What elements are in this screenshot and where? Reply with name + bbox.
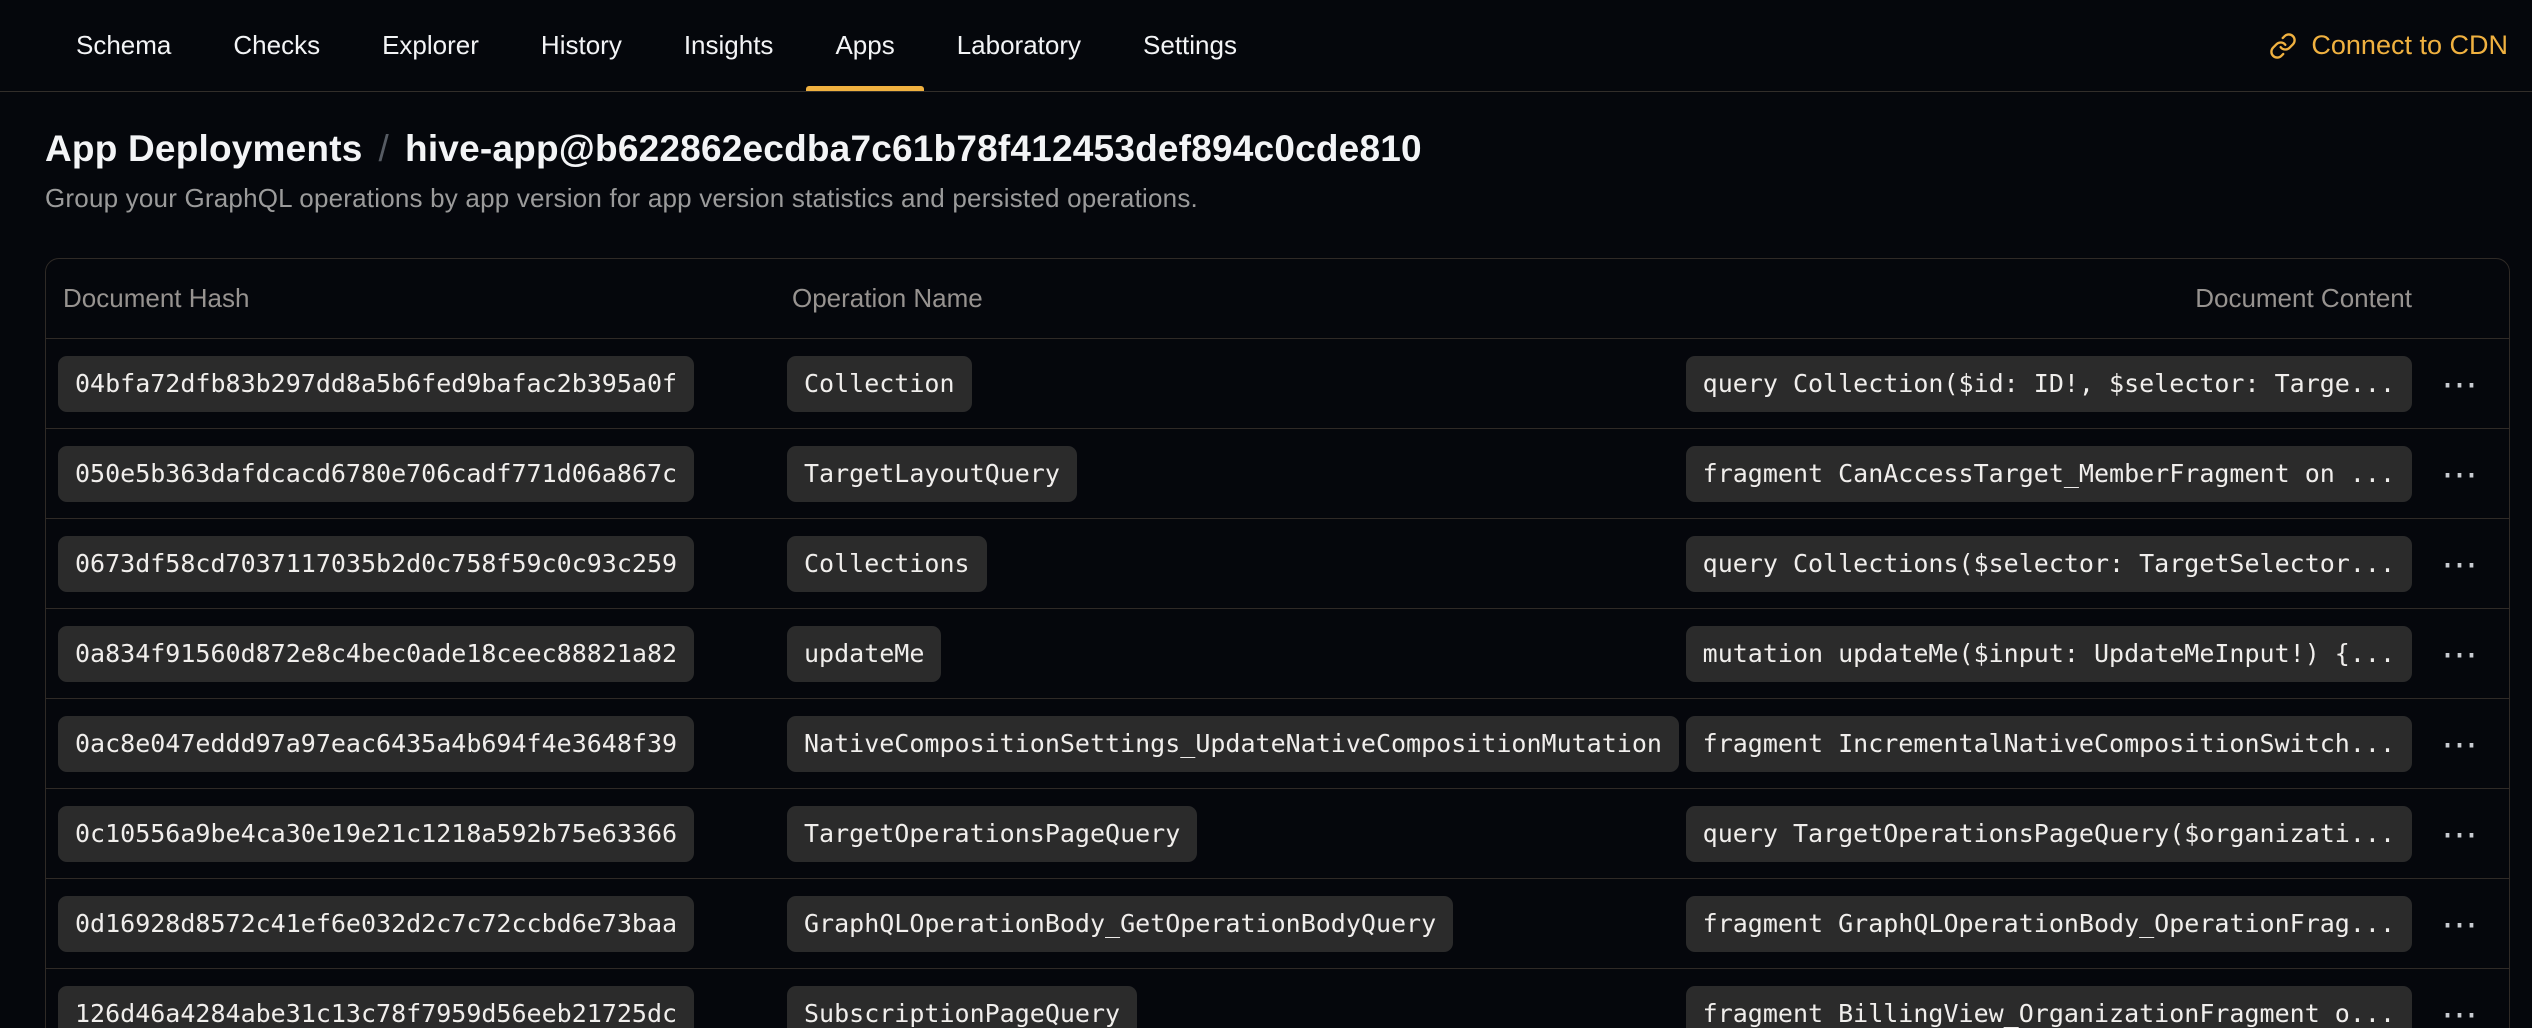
nav-tabs: SchemaChecksExplorerHistoryInsightsAppsL… [45, 0, 1268, 91]
operation-name-badge: NativeCompositionSettings_UpdateNativeCo… [787, 716, 1679, 772]
top-navbar: SchemaChecksExplorerHistoryInsightsAppsL… [0, 0, 2532, 92]
table-row: 050e5b363dafdcacd6780e706cadf771d06a867c… [46, 428, 2509, 518]
table-row: 126d46a4284abe31c13c78f7959d56eeb21725dc… [46, 968, 2509, 1028]
row-menu-button[interactable]: ⋯ [2432, 900, 2490, 948]
document-hash-badge: 0c10556a9be4ca30e19e21c1218a592b75e63366 [58, 806, 694, 862]
ellipsis-icon: ⋯ [2442, 903, 2480, 944]
document-content-badge: mutation updateMe($input: UpdateMeInput!… [1686, 626, 2412, 682]
operation-name-badge: GraphQLOperationBody_GetOperationBodyQue… [787, 896, 1453, 952]
document-hash-badge: 0673df58cd7037117035b2d0c758f59c0c93c259 [58, 536, 694, 592]
nav-tab-settings[interactable]: Settings [1112, 0, 1268, 91]
nav-tab-explorer[interactable]: Explorer [351, 0, 510, 91]
nav-tab-insights[interactable]: Insights [653, 0, 805, 91]
document-content-badge: fragment BillingView_OrganizationFragmen… [1686, 986, 2412, 1028]
connect-to-cdn-label: Connect to CDN [2311, 30, 2508, 61]
ellipsis-icon: ⋯ [2442, 543, 2480, 584]
document-hash-badge: 04bfa72dfb83b297dd8a5b6fed9bafac2b395a0f [58, 356, 694, 412]
nav-tab-schema[interactable]: Schema [45, 0, 202, 91]
table-row: 04bfa72dfb83b297dd8a5b6fed9bafac2b395a0f… [46, 338, 2509, 428]
operation-name-badge: Collection [787, 356, 972, 412]
document-content-badge: query Collections($selector: TargetSelec… [1686, 536, 2412, 592]
document-content-badge: query TargetOperationsPageQuery($organiz… [1686, 806, 2412, 862]
nav-tab-history[interactable]: History [510, 0, 653, 91]
table-row: 0673df58cd7037117035b2d0c758f59c0c93c259… [46, 518, 2509, 608]
page-subtitle: Group your GraphQL operations by app ver… [45, 183, 2510, 214]
ellipsis-icon: ⋯ [2442, 813, 2480, 854]
table-header-row: Document Hash Operation Name Document Co… [46, 259, 2509, 338]
operation-name-badge: SubscriptionPageQuery [787, 986, 1137, 1028]
ellipsis-icon: ⋯ [2442, 633, 2480, 674]
document-content-badge: fragment IncrementalNativeCompositionSwi… [1686, 716, 2412, 772]
row-menu-button[interactable]: ⋯ [2432, 630, 2490, 678]
link-icon [2269, 32, 2297, 60]
document-content-badge: query Collection($id: ID!, $selector: Ta… [1686, 356, 2412, 412]
document-content-badge: fragment CanAccessTarget_MemberFragment … [1686, 446, 2412, 502]
column-header-document-content: Document Content [2195, 283, 2412, 314]
ellipsis-icon: ⋯ [2442, 363, 2480, 404]
document-hash-badge: 0ac8e047eddd97a97eac6435a4b694f4e3648f39 [58, 716, 694, 772]
ellipsis-icon: ⋯ [2442, 453, 2480, 494]
document-content-badge: fragment GraphQLOperationBody_OperationF… [1686, 896, 2412, 952]
nav-tab-checks[interactable]: Checks [202, 0, 351, 91]
breadcrumb: App Deployments / hive-app@b622862ecdba7… [45, 128, 2510, 170]
breadcrumb-section: App Deployments [45, 128, 363, 170]
row-menu-button[interactable]: ⋯ [2432, 810, 2490, 858]
operation-name-badge: TargetLayoutQuery [787, 446, 1077, 502]
operation-name-badge: updateMe [787, 626, 941, 682]
row-menu-button[interactable]: ⋯ [2432, 450, 2490, 498]
document-hash-badge: 0d16928d8572c41ef6e032d2c7c72ccbd6e73baa [58, 896, 694, 952]
app-name: hive-app@b622862ecdba7c61b78f412453def89… [405, 128, 1422, 170]
operation-name-badge: TargetOperationsPageQuery [787, 806, 1197, 862]
document-hash-badge: 0a834f91560d872e8c4bec0ade18ceec88821a82 [58, 626, 694, 682]
table-row: 0c10556a9be4ca30e19e21c1218a592b75e63366… [46, 788, 2509, 878]
document-hash-badge: 050e5b363dafdcacd6780e706cadf771d06a867c [58, 446, 694, 502]
table-row: 0ac8e047eddd97a97eac6435a4b694f4e3648f39… [46, 698, 2509, 788]
row-menu-button[interactable]: ⋯ [2432, 990, 2490, 1028]
deployments-table: Document Hash Operation Name Document Co… [45, 258, 2510, 1028]
operation-name-badge: Collections [787, 536, 987, 592]
row-menu-button[interactable]: ⋯ [2432, 540, 2490, 588]
column-header-document-hash: Document Hash [63, 283, 792, 314]
document-hash-badge: 126d46a4284abe31c13c78f7959d56eeb21725dc [58, 986, 694, 1028]
ellipsis-icon: ⋯ [2442, 723, 2480, 764]
column-header-operation-name: Operation Name [792, 283, 2195, 314]
connect-to-cdn-link[interactable]: Connect to CDN [2269, 0, 2508, 91]
ellipsis-icon: ⋯ [2442, 993, 2480, 1028]
table-body: 04bfa72dfb83b297dd8a5b6fed9bafac2b395a0f… [46, 338, 2509, 1028]
table-row: 0d16928d8572c41ef6e032d2c7c72ccbd6e73baa… [46, 878, 2509, 968]
row-menu-button[interactable]: ⋯ [2432, 720, 2490, 768]
table-row: 0a834f91560d872e8c4bec0ade18ceec88821a82… [46, 608, 2509, 698]
nav-tab-apps[interactable]: Apps [804, 0, 925, 91]
app-deployments-page: App Deployments / hive-app@b622862ecdba7… [0, 128, 2532, 1028]
nav-tab-laboratory[interactable]: Laboratory [926, 0, 1112, 91]
row-menu-button[interactable]: ⋯ [2432, 360, 2490, 408]
breadcrumb-separator: / [379, 128, 389, 170]
